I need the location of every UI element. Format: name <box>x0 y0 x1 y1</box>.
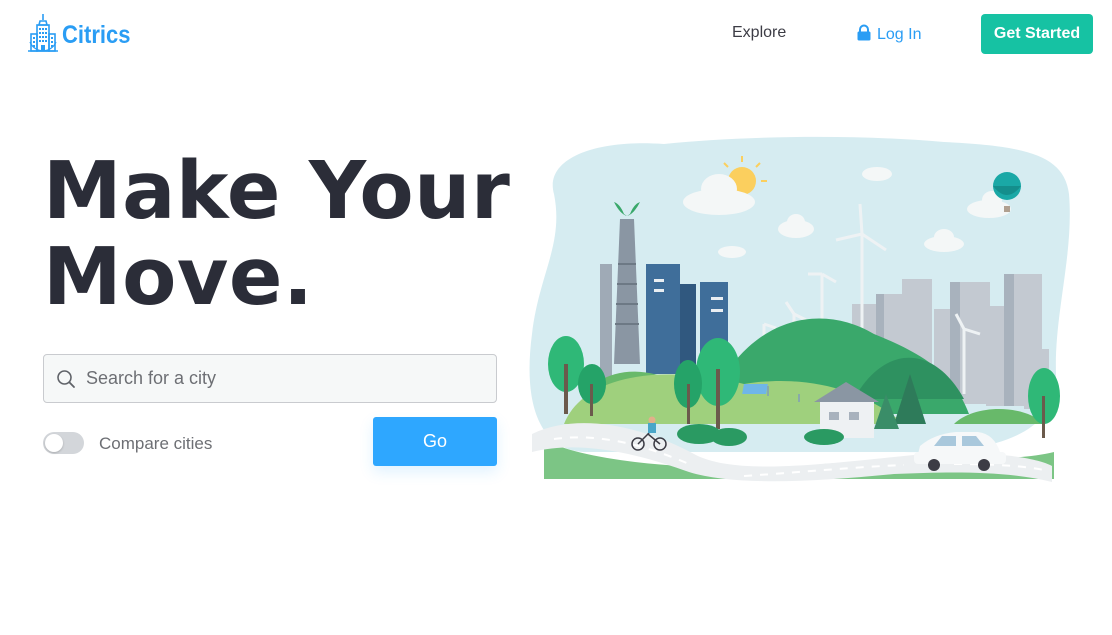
login-label: Log In <box>877 26 922 43</box>
city-building-icon <box>26 12 60 59</box>
search-input[interactable] <box>84 367 488 390</box>
toggle-knob <box>45 434 63 452</box>
hero-title-line-2: Move. <box>43 231 314 323</box>
nav-login-link[interactable]: Log In <box>856 24 921 46</box>
go-button[interactable]: Go <box>373 417 497 466</box>
compare-label: Compare cities <box>99 434 213 453</box>
landing-page: Citrics Explore Log In Get Started Make … <box>0 0 1112 635</box>
hero-title: Make Your Move. <box>43 148 510 320</box>
lock-icon <box>856 24 872 46</box>
hero-title-line-1: Make Your <box>43 145 511 237</box>
search-box[interactable] <box>43 354 497 403</box>
get-started-button[interactable]: Get Started <box>981 14 1093 54</box>
logo-text: Citrics <box>62 21 131 49</box>
city-illustration <box>524 134 1074 486</box>
top-nav: Citrics Explore Log In Get Started <box>0 0 1112 70</box>
search-icon <box>56 369 76 389</box>
logo-link[interactable]: Citrics <box>26 12 140 59</box>
compare-toggle[interactable] <box>43 432 84 454</box>
nav-explore-link[interactable]: Explore <box>732 24 786 42</box>
